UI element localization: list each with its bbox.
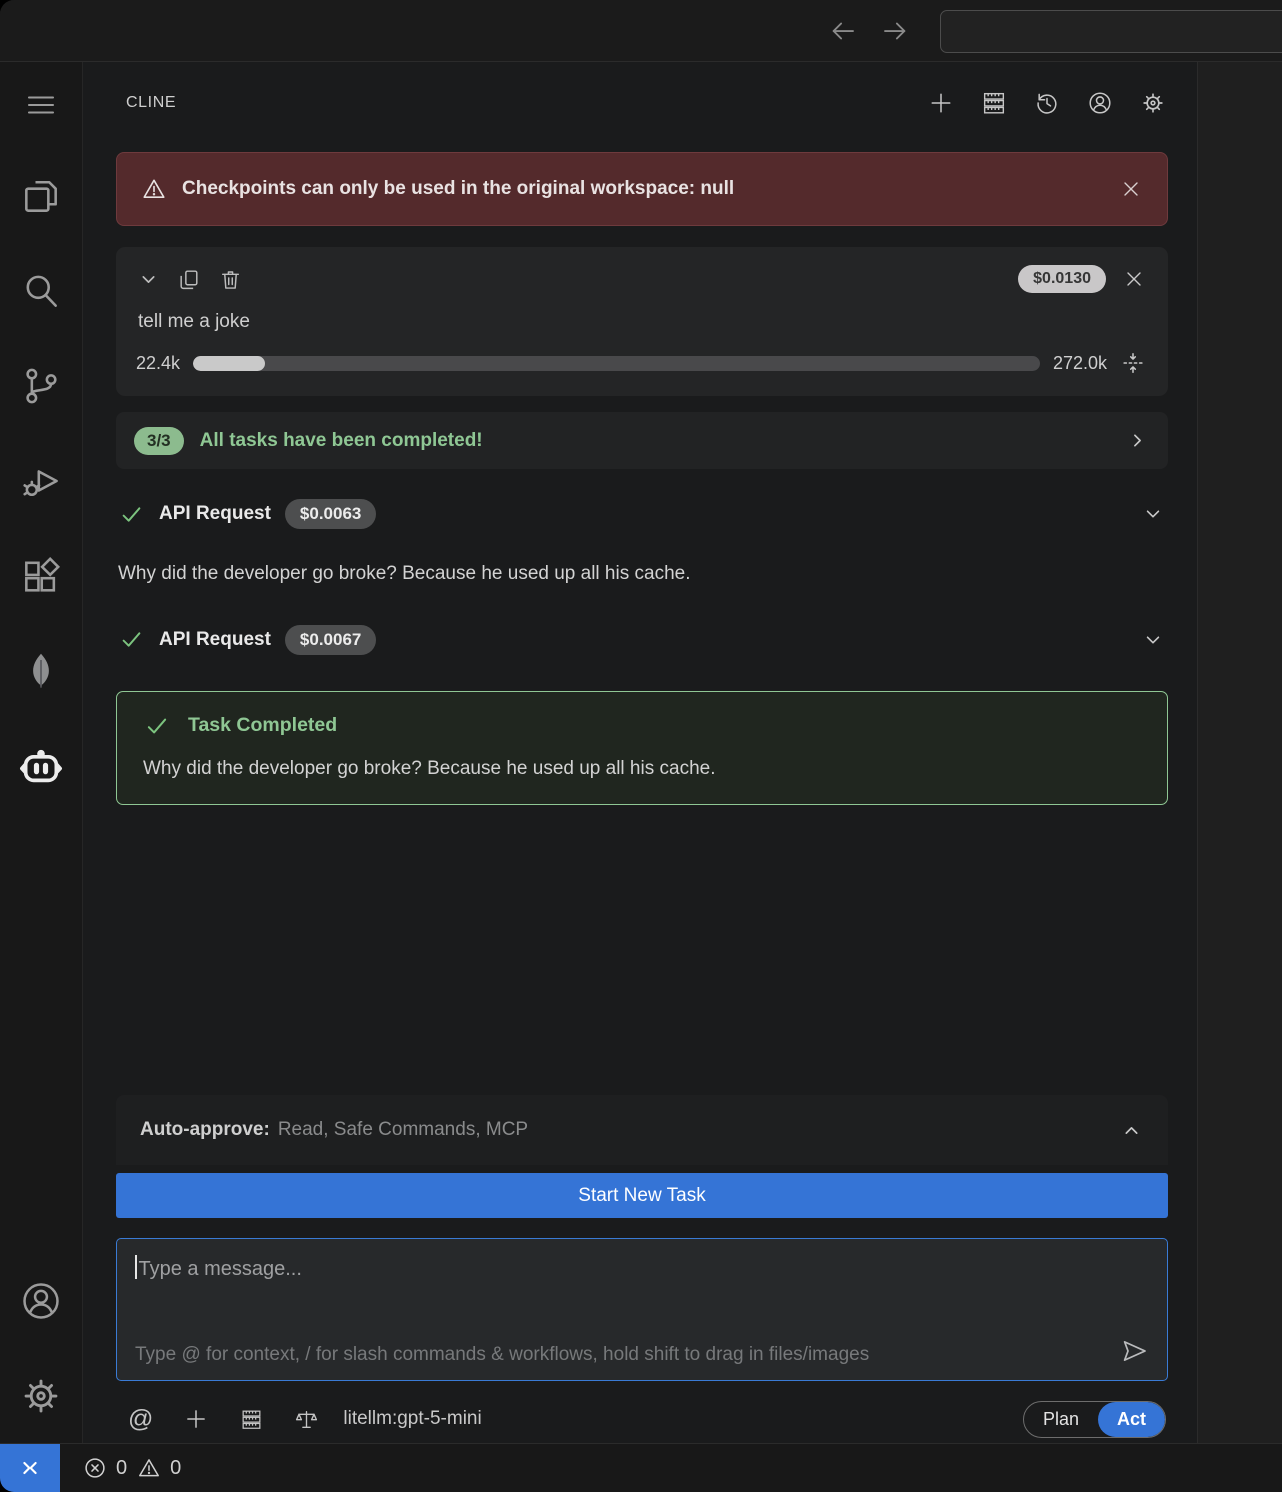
chevron-down-icon[interactable] (1140, 627, 1166, 653)
task-completed-box: Task Completed Why did the developer go … (116, 691, 1168, 805)
input-placeholder: Type a message... (139, 1258, 302, 1280)
vscode-window: CLINE (0, 0, 1282, 1492)
panel-title: CLINE (126, 94, 176, 112)
context-window-label: 272.0k (1053, 353, 1107, 374)
title-bar (0, 0, 1282, 62)
mongodb-icon[interactable] (0, 623, 82, 718)
errors-icon (82, 1455, 108, 1481)
task-prompt-text: tell me a joke (138, 311, 1144, 333)
tasks-complete-banner[interactable]: 3/3 All tasks have been completed! (116, 412, 1168, 469)
act-mode-button[interactable]: Act (1098, 1402, 1165, 1437)
auto-approve-value: Read, Safe Commands, MCP (278, 1119, 528, 1141)
collapse-icon[interactable] (1120, 350, 1146, 376)
chevron-up-icon[interactable] (1119, 1118, 1144, 1143)
message-input[interactable]: Type a message... Type @ for context, / … (116, 1238, 1168, 1381)
tokens-used-label: 22.4k (136, 353, 180, 374)
api-request-cost-badge: $0.0067 (285, 625, 376, 655)
checkpoint-error-banner: Checkpoints can only be used in the orig… (116, 152, 1168, 226)
api-request-label: API Request (159, 629, 271, 651)
mcp-servers-icon[interactable] (239, 1407, 264, 1432)
context-progress-fill (193, 356, 265, 371)
warning-icon (141, 176, 167, 202)
rules-scales-icon[interactable] (294, 1407, 319, 1432)
input-hint: Type @ for context, / for slash commands… (135, 1344, 1107, 1366)
extensions-icon[interactable] (0, 528, 82, 623)
chevron-down-icon[interactable] (136, 267, 161, 292)
error-banner-text: Checkpoints can only be used in the orig… (182, 178, 734, 200)
run-debug-icon[interactable] (0, 433, 82, 528)
account-icon[interactable] (1086, 89, 1114, 117)
close-task-icon[interactable] (1122, 267, 1146, 291)
delete-task-icon[interactable] (218, 267, 243, 292)
cline-panel: CLINE (83, 62, 1197, 1443)
cline-icon[interactable] (0, 718, 82, 813)
auto-approve-bar[interactable]: Auto-approve: Read, Safe Commands, MCP (116, 1095, 1168, 1165)
api-request-row[interactable]: API Request $0.0063 (116, 499, 1168, 529)
warning-count: 0 (170, 1457, 181, 1480)
task-count-badge: 3/3 (134, 427, 184, 455)
chevron-down-icon[interactable] (1140, 501, 1166, 527)
explorer-icon[interactable] (0, 148, 82, 243)
remote-indicator[interactable] (0, 1444, 60, 1492)
assistant-message-text: Why did the developer go broke? Because … (116, 561, 1168, 587)
context-mention-icon[interactable]: @ (128, 1407, 153, 1432)
history-icon[interactable] (1033, 89, 1061, 117)
task-card: $0.0130 tell me a joke 22.4k 272.0k (116, 247, 1168, 396)
status-bar: 0 0 (0, 1443, 1282, 1492)
copy-icon[interactable] (177, 267, 202, 292)
settings-gear-icon[interactable] (1139, 89, 1167, 117)
close-icon[interactable] (1119, 177, 1143, 201)
check-icon (118, 626, 145, 653)
editor-area (1197, 62, 1282, 1443)
start-new-task-button[interactable]: Start New Task (116, 1173, 1168, 1218)
plan-mode-button[interactable]: Plan (1024, 1402, 1098, 1437)
tasks-complete-text: All tasks have been completed! (200, 430, 483, 452)
api-request-cost-badge: $0.0063 (285, 499, 376, 529)
add-icon[interactable] (183, 1406, 209, 1432)
task-completed-text: Why did the developer go broke? Because … (143, 758, 1141, 780)
settings-gear-icon[interactable] (0, 1348, 82, 1443)
api-request-row[interactable]: API Request $0.0067 (116, 625, 1168, 655)
activity-bar (0, 62, 83, 1443)
nav-back-icon[interactable] (828, 16, 858, 46)
menu-icon[interactable] (0, 62, 82, 148)
api-request-label: API Request (159, 503, 271, 525)
task-cost-badge: $0.0130 (1018, 265, 1106, 293)
command-center-search[interactable] (940, 10, 1282, 53)
check-icon (143, 712, 171, 740)
auto-approve-label: Auto-approve: (140, 1119, 270, 1141)
send-icon[interactable] (1119, 1336, 1149, 1366)
input-controls-row: @ litellm:gpt-5-mini Plan Act (116, 1381, 1168, 1443)
problems-indicator[interactable]: 0 0 (82, 1455, 181, 1481)
context-progress-bar (193, 356, 1040, 371)
check-icon (118, 501, 145, 528)
panel-header: CLINE (83, 62, 1197, 144)
mcp-servers-icon[interactable] (980, 89, 1008, 117)
nav-forward-icon[interactable] (880, 16, 910, 46)
warnings-icon (136, 1455, 162, 1481)
task-completed-title: Task Completed (188, 714, 337, 737)
plan-act-toggle[interactable]: Plan Act (1023, 1401, 1166, 1438)
chevron-right-icon[interactable] (1125, 428, 1150, 453)
new-task-icon[interactable] (927, 89, 955, 117)
error-count: 0 (116, 1457, 127, 1480)
search-icon[interactable] (0, 243, 82, 338)
account-icon[interactable] (0, 1253, 82, 1348)
model-selector[interactable]: litellm:gpt-5-mini (343, 1408, 481, 1430)
text-caret (135, 1255, 137, 1279)
source-control-icon[interactable] (0, 338, 82, 433)
